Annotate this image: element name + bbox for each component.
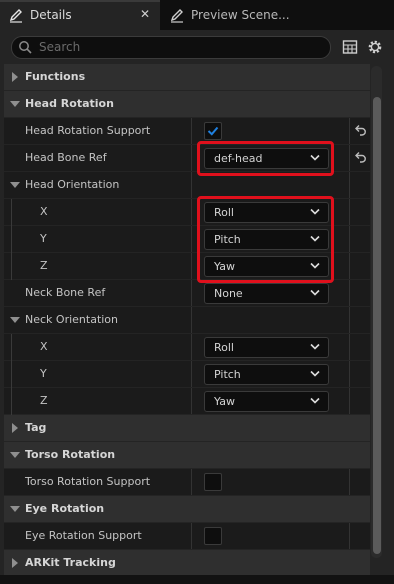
tab-bar: Details ✕ Preview Scene... [0,0,394,30]
chevron-right-icon [12,72,18,82]
reset-to-default-icon[interactable] [354,124,367,136]
category-tag[interactable]: Tag [4,415,370,441]
chevron-down-icon [310,262,320,269]
property-label: Head Orientation [25,178,120,191]
property-label: Z [40,394,48,407]
property-row-neck-bone-ref: Neck Bone Ref None [4,280,370,306]
tab-details-label: Details [30,8,72,22]
category-torso-rotation[interactable]: Torso Rotation [4,442,370,468]
chevron-down-icon [310,289,320,296]
checkmark-icon [207,126,219,136]
pencil-icon [170,9,183,23]
chevron-down-icon [310,235,320,242]
category-arkit-tracking[interactable]: ARKit Tracking [4,550,370,576]
tab-details[interactable]: Details ✕ [0,0,160,30]
head-rotation-support-checkbox[interactable] [204,122,222,140]
head-orientation-y-dropdown[interactable]: Pitch [204,229,329,250]
head-bone-ref-dropdown[interactable]: def-head [204,148,329,169]
category-label: Tag [25,421,47,434]
details-panel: Functions Head Rotation Head Rotation Su… [0,30,394,584]
chevron-down-icon [10,317,20,323]
tab-preview-scene[interactable]: Preview Scene... [161,0,301,30]
property-row-eye-rotation-support: Eye Rotation Support [4,523,370,549]
neck-orientation-y-dropdown[interactable]: Pitch [204,364,329,385]
search-row [0,30,394,63]
table-icon[interactable] [342,39,358,55]
chevron-down-icon [310,370,320,377]
search-input[interactable] [39,38,319,56]
property-row-neck-orientation-z: Z Yaw [4,388,370,415]
dropdown-value: Roll [214,206,234,219]
eye-rotation-support-checkbox[interactable] [204,527,222,545]
tab-preview-scene-label: Preview Scene... [191,8,290,22]
chevron-down-icon [10,182,20,188]
category-eye-rotation[interactable]: Eye Rotation [4,496,370,522]
property-label: Head Bone Ref [25,151,107,164]
chevron-down-icon [10,506,20,512]
chevron-down-icon [10,101,20,107]
reset-to-default-icon[interactable] [354,151,367,163]
category-label: Torso Rotation [25,448,116,461]
property-label: X [40,205,48,218]
chevron-down-icon [310,208,320,215]
category-functions[interactable]: Functions [4,64,370,90]
category-label: Eye Rotation [25,502,105,515]
dropdown-value: Roll [214,341,234,354]
property-label: Y [40,232,47,245]
dropdown-value: def-head [214,152,263,165]
dropdown-value: Pitch [214,368,241,381]
head-orientation-x-dropdown[interactable]: Roll [204,202,329,223]
property-row-torso-rotation-support: Torso Rotation Support [4,469,370,495]
chevron-right-icon [12,558,18,568]
property-row-head-orientation-y: Y Pitch [4,226,370,253]
property-label: Head Rotation Support [25,124,151,137]
dropdown-value: None [214,287,243,300]
property-row-head-orientation-x: X Roll [4,199,370,226]
property-row-neck-orientation-y: Y Pitch [4,361,370,388]
chevron-right-icon [12,423,18,433]
pencil-icon [9,9,22,23]
category-head-rotation[interactable]: Head Rotation [4,91,370,117]
category-label: ARKit Tracking [25,556,116,569]
chevron-down-icon [310,397,320,404]
dropdown-value: Pitch [214,233,241,246]
property-label: X [40,340,48,353]
property-row-head-rotation-support: Head Rotation Support [4,118,370,144]
panel-bottom-edge [0,575,394,584]
property-list: Functions Head Rotation Head Rotation Su… [4,64,370,577]
category-label: Head Rotation [25,97,114,110]
chevron-down-icon [310,154,320,161]
neck-orientation-x-dropdown[interactable]: Roll [204,337,329,358]
neck-orientation-z-dropdown[interactable]: Yaw [204,391,329,412]
dropdown-value: Yaw [214,260,235,273]
property-row-neck-orientation-x: X Roll [4,334,370,361]
torso-rotation-support-checkbox[interactable] [204,473,222,491]
chevron-down-icon [10,452,20,458]
scrollbar-thumb[interactable] [373,97,381,554]
search-icon [19,41,32,54]
head-orientation-z-dropdown[interactable]: Yaw [204,256,329,277]
property-row-head-bone-ref: Head Bone Ref def-head [4,145,370,171]
neck-bone-ref-dropdown[interactable]: None [204,283,329,304]
property-row-head-orientation-z: Z Yaw [4,253,370,280]
dropdown-value: Yaw [214,395,235,408]
property-label: Torso Rotation Support [25,475,151,488]
gear-icon[interactable] [366,38,384,56]
property-label: Y [40,367,47,380]
search-box[interactable] [11,36,331,59]
chevron-down-icon [310,343,320,350]
property-row-neck-orientation[interactable]: Neck Orientation [4,307,370,333]
property-label: Eye Rotation Support [25,529,142,542]
property-label: Z [40,259,48,272]
close-icon[interactable]: ✕ [140,7,150,21]
property-label: Neck Bone Ref [25,286,106,299]
property-label: Neck Orientation [25,313,119,326]
property-row-head-orientation[interactable]: Head Orientation [4,172,370,198]
category-label: Functions [25,70,86,83]
